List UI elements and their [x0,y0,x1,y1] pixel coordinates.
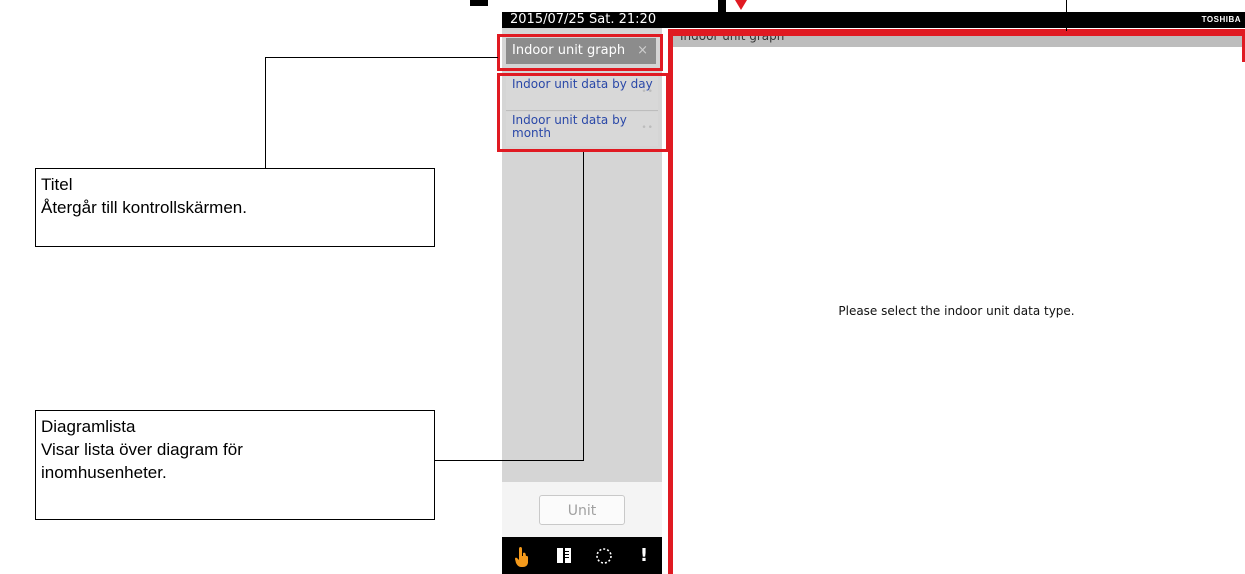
callout-text: Återgår till kontrollskärmen. [41,198,247,217]
connector-line [435,460,584,461]
datetime-text: 2015/07/25 Sat. 21:20 [510,12,657,27]
red-arrow-icon [735,0,747,10]
main-header-title: Indoor unit graph [680,35,785,43]
main-highlight-left [668,29,673,574]
heading-fragment-left [470,0,488,6]
connector-line [265,57,266,169]
callout-text: Visar lista över diagram för inomhusenhe… [41,440,243,482]
title-highlight-frame [497,34,663,71]
connector-line [583,152,584,460]
connector-line [1066,0,1067,31]
hand-pointer-icon[interactable] [512,546,532,567]
main-highlight-top [668,29,1245,36]
callout-heading: Diagramlista [41,417,136,436]
main-header: Indoor unit graph [668,35,1245,47]
exclamation-icon[interactable]: ! [634,546,654,566]
brand-logo: TOSHIBA [1201,15,1241,24]
status-bar: 2015/07/25 Sat. 21:20 TOSHIBA [502,12,1245,28]
unit-button[interactable]: Unit [539,495,625,525]
callout-heading: Titel [41,175,73,194]
bottom-toolbar: ! [502,537,662,574]
graph-list-highlight-frame [497,73,669,152]
dotted-circle-icon[interactable] [594,546,614,566]
book-icon[interactable] [554,546,574,566]
main-message: Please select the indoor unit data type. [838,304,1075,318]
callout-title: Titel Återgår till kontrollskärmen. [35,168,435,247]
heading-fragment-right [718,0,726,12]
callout-graph-list: Diagramlista Visar lista över diagram fö… [35,410,435,520]
connector-line [265,57,498,58]
